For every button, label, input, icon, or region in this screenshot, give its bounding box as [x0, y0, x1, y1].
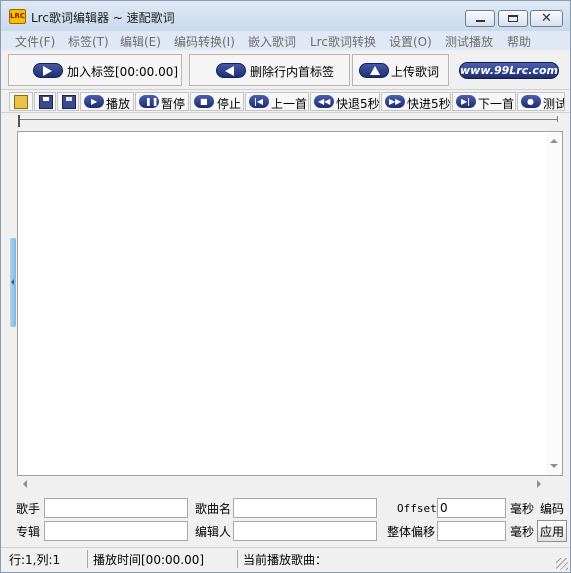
- scroll-right-icon[interactable]: [537, 480, 541, 488]
- stop-icon: ■: [194, 95, 214, 108]
- test-icon: ●: [521, 95, 541, 108]
- side-panel-handle[interactable]: [10, 238, 16, 327]
- arrow-up-icon: [359, 63, 389, 78]
- save-icon: [39, 95, 53, 109]
- menu-edit[interactable]: 编辑(E): [120, 33, 161, 50]
- minimize-button[interactable]: [465, 10, 495, 27]
- close-icon: ✕: [541, 11, 552, 26]
- folder-open-icon: [14, 95, 28, 109]
- delete-tag-label: 删除行内首标签: [250, 65, 335, 79]
- test-button[interactable]: ● 测试: [517, 92, 565, 111]
- album-input[interactable]: [44, 521, 188, 541]
- offset-input[interactable]: [437, 498, 506, 518]
- save-as-button[interactable]: [57, 92, 79, 111]
- menu-test-play[interactable]: 测试播放: [445, 33, 493, 50]
- resize-grip-icon[interactable]: [556, 558, 568, 570]
- singer-input[interactable]: [44, 498, 188, 518]
- skip-next-icon: ▶|: [456, 95, 476, 108]
- open-file-button[interactable]: [9, 92, 33, 111]
- add-tag-button[interactable]: 加入标签[00:00.00]: [8, 54, 182, 86]
- forward-label: 快进5秒: [407, 97, 451, 111]
- global-offset-label: 整体偏移: [387, 525, 436, 539]
- chevron-left-icon: [11, 279, 14, 285]
- lyrics-editor: [17, 131, 563, 476]
- editor-name-input[interactable]: [233, 521, 377, 541]
- menu-file[interactable]: 文件(F): [15, 33, 55, 50]
- play-icon: ▶: [84, 95, 104, 108]
- scroll-down-icon[interactable]: [550, 464, 558, 468]
- upload-lyrics-label: 上传歌词: [391, 65, 440, 79]
- album-label: 专辑: [16, 525, 41, 539]
- skip-previous-icon: |◀: [249, 95, 269, 108]
- status-bar: 行:1,列:1 播放时间[00:00.00] 当前播放歌曲：: [1, 547, 570, 572]
- player-toolbar: ▶ 播放 ❚❚ 暂停 ■ 停止 |◀ 上一首 ◀◀ 快退5秒 ▶▶ 快进5秒 ▶…: [1, 89, 570, 113]
- editor-name-label: 编辑人: [195, 525, 232, 539]
- arrow-right-icon: [33, 63, 63, 78]
- pause-icon: ❚❚: [139, 95, 159, 108]
- fast-forward-icon: ▶▶: [385, 95, 405, 108]
- horizontal-scrollbar[interactable]: [17, 476, 563, 492]
- menu-help[interactable]: 帮助: [507, 33, 531, 50]
- maximize-button[interactable]: [498, 10, 528, 27]
- timeline-ruler[interactable]: [15, 115, 559, 129]
- add-tag-label: 加入标签[00:00.00]: [67, 65, 179, 79]
- title-bar: LRC Lrc歌词编辑器 ~ 速配歌词 ✕: [1, 1, 570, 31]
- scroll-up-icon[interactable]: [550, 139, 558, 143]
- encoding-label[interactable]: 编码: [540, 500, 564, 517]
- scroll-left-icon[interactable]: [23, 480, 27, 488]
- play-time: 播放时间[00:00.00]: [93, 553, 205, 567]
- stop-button[interactable]: ■ 停止: [190, 92, 244, 111]
- window-title: Lrc歌词编辑器 ~ 速配歌词: [31, 11, 175, 25]
- rewind-label: 快退5秒: [336, 97, 380, 111]
- song-title-input[interactable]: [233, 498, 377, 518]
- singer-label: 歌手: [16, 502, 41, 516]
- timeline-marker[interactable]: [18, 115, 20, 127]
- delete-tag-button[interactable]: 删除行内首标签: [189, 54, 350, 86]
- menu-embed-lyrics[interactable]: 嵌入歌词: [248, 33, 296, 50]
- menu-tag[interactable]: 标签(T): [68, 33, 109, 50]
- next-label: 下一首: [478, 97, 515, 111]
- upload-lyrics-button[interactable]: 上传歌词: [352, 54, 449, 86]
- maximize-icon: [508, 15, 518, 22]
- menu-encoding[interactable]: 编码转换(I): [174, 33, 235, 50]
- minimize-icon: [476, 20, 485, 22]
- next-button[interactable]: ▶| 下一首: [452, 92, 516, 111]
- save-button[interactable]: [34, 92, 56, 111]
- play-label: 播放: [106, 97, 131, 111]
- tag-toolbar: 加入标签[00:00.00] 删除行内首标签 上传歌词 www.99Lrc.co…: [1, 51, 570, 89]
- play-button[interactable]: ▶ 播放: [80, 92, 134, 111]
- lyrics-textarea[interactable]: [18, 132, 547, 475]
- forward-button[interactable]: ▶▶ 快进5秒: [381, 92, 451, 111]
- offset-unit-label: 毫秒: [510, 502, 535, 516]
- vertical-scrollbar[interactable]: [546, 132, 562, 475]
- previous-button[interactable]: |◀ 上一首: [245, 92, 309, 111]
- close-button[interactable]: ✕: [530, 10, 563, 27]
- site-link[interactable]: www.99Lrc.com: [459, 62, 559, 79]
- apply-button[interactable]: 应用: [537, 520, 567, 542]
- rewind-icon: ◀◀: [314, 95, 334, 108]
- cursor-position: 行:1,列:1: [9, 553, 61, 567]
- save-as-icon: [62, 95, 76, 109]
- test-label: 测试: [543, 97, 565, 111]
- pause-label: 暂停: [161, 97, 186, 111]
- song-title-label: 歌曲名: [195, 502, 232, 516]
- global-offset-unit-label: 毫秒: [510, 525, 535, 539]
- offset-label: Offset: [397, 502, 437, 515]
- menu-settings[interactable]: 设置(O): [389, 33, 432, 50]
- global-offset-input[interactable]: [437, 521, 506, 541]
- arrow-left-icon: [216, 63, 246, 78]
- stop-label: 停止: [217, 97, 242, 111]
- menu-lrc-convert[interactable]: Lrc歌词转换: [310, 33, 376, 50]
- menu-bar: 文件(F) 标签(T) 编辑(E) 编码转换(I) 嵌入歌词 Lrc歌词转换 设…: [1, 31, 570, 50]
- previous-label: 上一首: [271, 97, 308, 111]
- current-song: 当前播放歌曲：: [243, 553, 328, 567]
- app-window: LRC Lrc歌词编辑器 ~ 速配歌词 ✕ 文件(F) 标签(T) 编辑(E) …: [0, 0, 571, 573]
- lrc-app-icon: LRC: [9, 9, 26, 24]
- pause-button[interactable]: ❚❚ 暂停: [135, 92, 189, 111]
- rewind-button[interactable]: ◀◀ 快退5秒: [310, 92, 380, 111]
